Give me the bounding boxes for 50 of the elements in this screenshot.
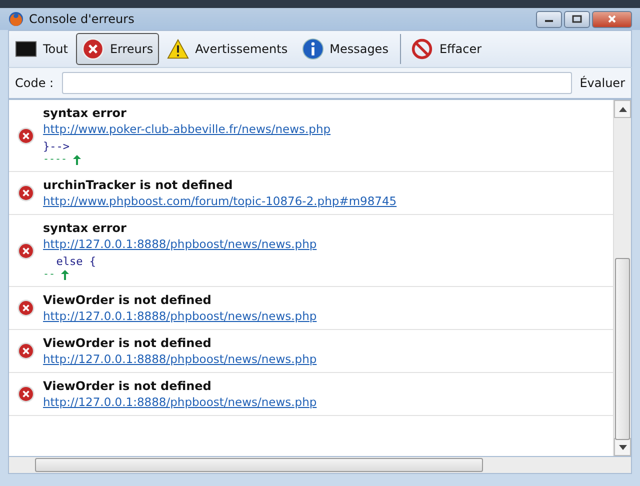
error-icon bbox=[17, 242, 35, 260]
scroll-down-icon[interactable] bbox=[618, 444, 626, 450]
up-arrow-icon bbox=[61, 270, 70, 280]
error-message: urchinTracker is not defined bbox=[43, 178, 233, 192]
prohibited-icon bbox=[411, 38, 434, 60]
scrollbar-thumb[interactable] bbox=[615, 258, 630, 440]
error-icon bbox=[17, 299, 35, 317]
source-link[interactable]: http://www.phpboost.com/forum/topic-10876-2.php#m98745 bbox=[43, 194, 397, 208]
error-icon bbox=[17, 342, 35, 360]
toolbar-button[interactable]: Erreurs bbox=[76, 33, 160, 65]
minimize-button[interactable] bbox=[536, 10, 562, 28]
toolbar-button[interactable]: Tout bbox=[9, 33, 74, 65]
monitor-icon bbox=[15, 38, 37, 60]
error-message: ViewOrder is not defined bbox=[43, 293, 212, 307]
source-link[interactable]: http://www.poker-club-abbeville.fr/news/news.php bbox=[43, 122, 331, 136]
scrollbar-thumb[interactable] bbox=[35, 458, 483, 472]
warning-icon bbox=[167, 38, 190, 60]
error-icon bbox=[17, 385, 35, 403]
source-link[interactable]: http://127.0.0.1:8888/phpboost/news/news.php bbox=[43, 395, 317, 409]
evaluate-button[interactable]: Évaluer bbox=[580, 76, 625, 90]
source-link[interactable]: http://127.0.0.1:8888/phpboost/news/news.php bbox=[43, 237, 317, 251]
source-code-line: else { bbox=[55, 255, 96, 268]
error-icon bbox=[17, 126, 35, 144]
toolbar-button[interactable]: Effacer bbox=[405, 33, 488, 65]
error-message: ViewOrder is not defined bbox=[43, 336, 212, 350]
up-arrow-icon bbox=[73, 155, 82, 165]
toolbar-button[interactable]: Messages bbox=[296, 33, 394, 65]
error-message: syntax error bbox=[43, 106, 126, 120]
error-pointer-dashes: -- bbox=[43, 270, 56, 280]
info-icon bbox=[302, 38, 324, 60]
close-icon bbox=[607, 15, 617, 23]
source-link[interactable]: http://127.0.0.1:8888/phpboost/news/news.php bbox=[43, 352, 317, 366]
maximize-icon bbox=[572, 15, 582, 23]
error-pointer-dashes: ---- bbox=[43, 155, 68, 165]
browser-logo-icon bbox=[8, 11, 24, 27]
horizontal-scrollbar[interactable] bbox=[8, 457, 632, 474]
error-message: ViewOrder is not defined bbox=[43, 379, 212, 393]
error-message: syntax error bbox=[43, 221, 126, 235]
source-link[interactable]: http://127.0.0.1:8888/phpboost/news/news.php bbox=[43, 309, 317, 323]
scroll-up-icon[interactable] bbox=[618, 106, 626, 112]
error-icon bbox=[17, 184, 35, 202]
close-button[interactable] bbox=[592, 10, 632, 28]
vertical-scrollbar[interactable] bbox=[613, 100, 631, 456]
error-icon bbox=[82, 38, 104, 60]
window-title: Console d'erreurs bbox=[29, 12, 134, 26]
toolbar-button[interactable]: Avertissements bbox=[161, 33, 294, 65]
code-input-field[interactable] bbox=[62, 72, 572, 94]
maximize-button[interactable] bbox=[564, 10, 590, 28]
code-label: Code : bbox=[15, 76, 54, 90]
source-code-line: }--> bbox=[43, 140, 70, 153]
